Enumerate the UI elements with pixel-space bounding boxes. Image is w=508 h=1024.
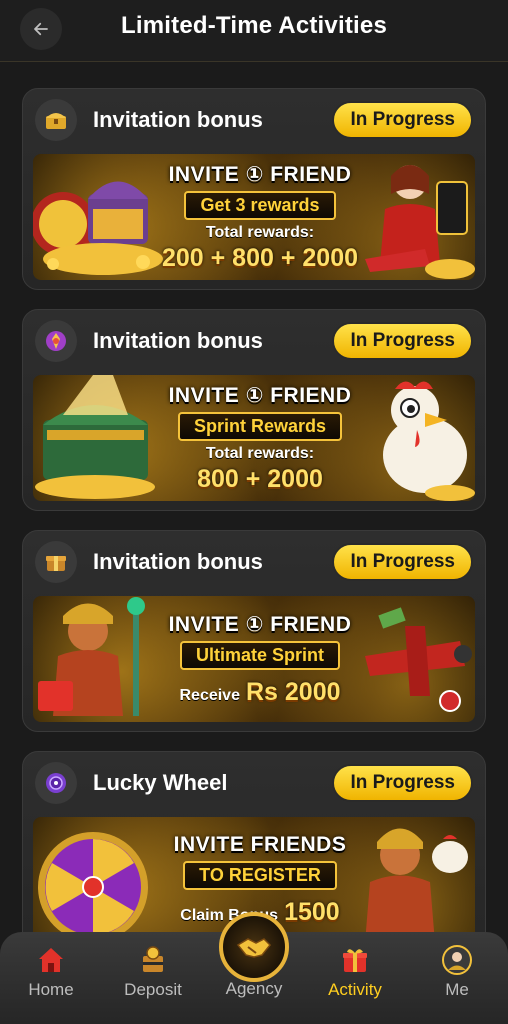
agency-button[interactable] xyxy=(219,912,289,982)
card-header: Invitation bonus In Progress xyxy=(33,97,475,143)
card-header: Lucky Wheel In Progress xyxy=(33,760,475,806)
banner-headline: INVITE ① FRIEND xyxy=(168,612,352,636)
bottom-nav: Home Deposit Agency Activity Me xyxy=(0,912,508,1024)
activity-card[interactable]: Invitation bonus In Progress INVITE ① FR… xyxy=(22,530,486,732)
banner-headline: INVITE ① FRIEND xyxy=(168,162,352,186)
banner-headline: INVITE FRIENDS xyxy=(173,833,347,856)
lucky-wheel-art-icon xyxy=(38,832,148,942)
avatar-icon xyxy=(442,945,472,975)
nav-agency-label[interactable]: Agency xyxy=(209,979,299,999)
banner-headline: INVITE ① FRIEND xyxy=(168,383,352,407)
page-title: Limited-Time Activities xyxy=(121,12,387,39)
gift-icon xyxy=(343,949,367,972)
banner-ribbon: Get 3 rewards xyxy=(184,190,336,220)
home-icon xyxy=(39,948,63,972)
status-badge[interactable]: In Progress xyxy=(332,543,473,581)
banner-ribbon: Sprint Rewards xyxy=(177,411,343,441)
warrior-chicken-art-icon xyxy=(365,828,468,943)
airplane-icon xyxy=(365,607,472,712)
nav-deposit[interactable]: Deposit xyxy=(108,944,198,1000)
top-bar: Limited-Time Activities xyxy=(0,0,508,62)
gem-badge-icon xyxy=(35,320,77,362)
card-title: Lucky Wheel xyxy=(93,770,228,795)
status-badge[interactable]: In Progress xyxy=(332,101,473,139)
nav-me-label: Me xyxy=(445,980,469,999)
promo-banner[interactable]: INVITE ① FRIEND Get 3 rewards Total rewa… xyxy=(33,154,475,280)
treasure-chest-art-icon xyxy=(35,375,155,499)
treasure-chest-icon xyxy=(35,99,77,141)
banner-ribbon: TO REGISTER xyxy=(183,861,337,890)
banner-subtitle: Total rewards: xyxy=(205,223,315,241)
nav-me[interactable]: Me xyxy=(412,944,502,1000)
activity-card[interactable]: Invitation bonus In Progress INVITE ① FR… xyxy=(22,88,486,290)
activity-list: Invitation bonus In Progress INVITE ① FR… xyxy=(22,88,486,972)
treasure-chest-art-icon xyxy=(33,181,163,275)
card-header: Invitation bonus In Progress xyxy=(33,318,475,364)
nav-home-label: Home xyxy=(28,980,74,999)
pilot-girl-art-icon xyxy=(365,165,475,279)
nav-activity-label: Activity xyxy=(328,980,382,999)
nav-activity[interactable]: Activity xyxy=(310,944,400,1000)
banner-ribbon: Ultimate Sprint xyxy=(179,640,340,670)
banner-amount: 800 + 2000 xyxy=(197,464,323,493)
banner-subtitle: Total rewards: xyxy=(205,444,315,462)
banner-subtitle: Receive xyxy=(179,686,240,704)
promo-banner[interactable]: INVITE ① FRIEND Ultimate Sprint Receive … xyxy=(33,596,475,722)
nav-deposit-label: Deposit xyxy=(124,980,182,999)
handshake-icon xyxy=(236,938,272,958)
card-header: Invitation bonus In Progress xyxy=(33,539,475,585)
banner-amount: 1500 xyxy=(284,898,340,926)
warrior-character-icon xyxy=(38,597,145,716)
deposit-icon xyxy=(143,946,163,972)
banner-amount: 200 + 800 + 2000 xyxy=(161,243,359,272)
banner-amount: Rs 2000 xyxy=(245,677,341,706)
status-badge[interactable]: In Progress xyxy=(332,322,473,360)
card-title: Invitation bonus xyxy=(93,107,263,132)
card-title: Invitation bonus xyxy=(93,328,263,353)
chicken-mascot-icon xyxy=(383,381,475,501)
card-title: Invitation bonus xyxy=(93,549,263,574)
wheel-icon xyxy=(35,762,77,804)
status-badge[interactable]: In Progress xyxy=(332,764,473,802)
promo-banner[interactable]: INVITE ① FRIEND Sprint Rewards Total rew… xyxy=(33,375,475,501)
activity-card[interactable]: Invitation bonus In Progress INVITE ① FR… xyxy=(22,309,486,511)
nav-home[interactable]: Home xyxy=(6,944,96,1000)
gift-chest-icon xyxy=(35,541,77,583)
